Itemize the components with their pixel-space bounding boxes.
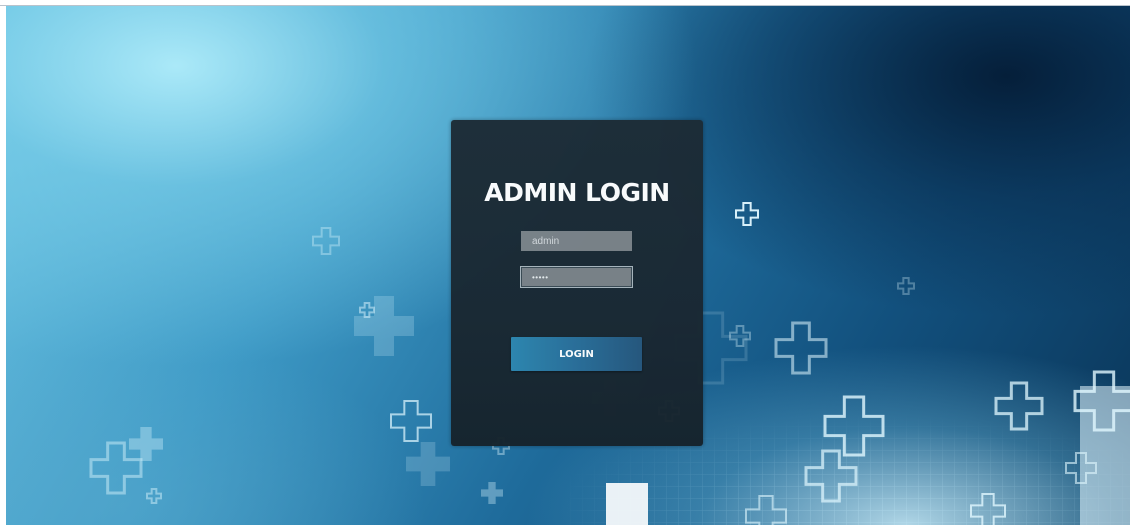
username-field[interactable]	[521, 231, 632, 251]
medical-cross-icon	[390, 400, 432, 442]
light-bar	[1080, 386, 1130, 525]
password-field[interactable]	[520, 266, 633, 288]
light-bar	[606, 483, 648, 525]
medical-cross-icon	[735, 202, 759, 226]
medical-cross-icon	[312, 227, 340, 255]
medical-cross-icon	[146, 488, 162, 504]
login-panel: ADMIN LOGIN LOGIN	[451, 120, 703, 446]
medical-cross-icon	[359, 302, 375, 318]
medical-cross-icon	[897, 277, 915, 295]
login-button[interactable]: LOGIN	[511, 337, 642, 371]
medical-cross-icon	[129, 427, 163, 462]
medical-cross-icon	[354, 296, 414, 356]
login-screen: ADMIN LOGIN LOGIN	[0, 0, 1130, 525]
page-title: ADMIN LOGIN	[484, 178, 670, 207]
medical-cross-icon	[89, 441, 143, 495]
medical-cross-icon	[406, 442, 450, 486]
medical-cross-icon	[481, 482, 504, 505]
medical-cross-icon	[774, 321, 828, 375]
